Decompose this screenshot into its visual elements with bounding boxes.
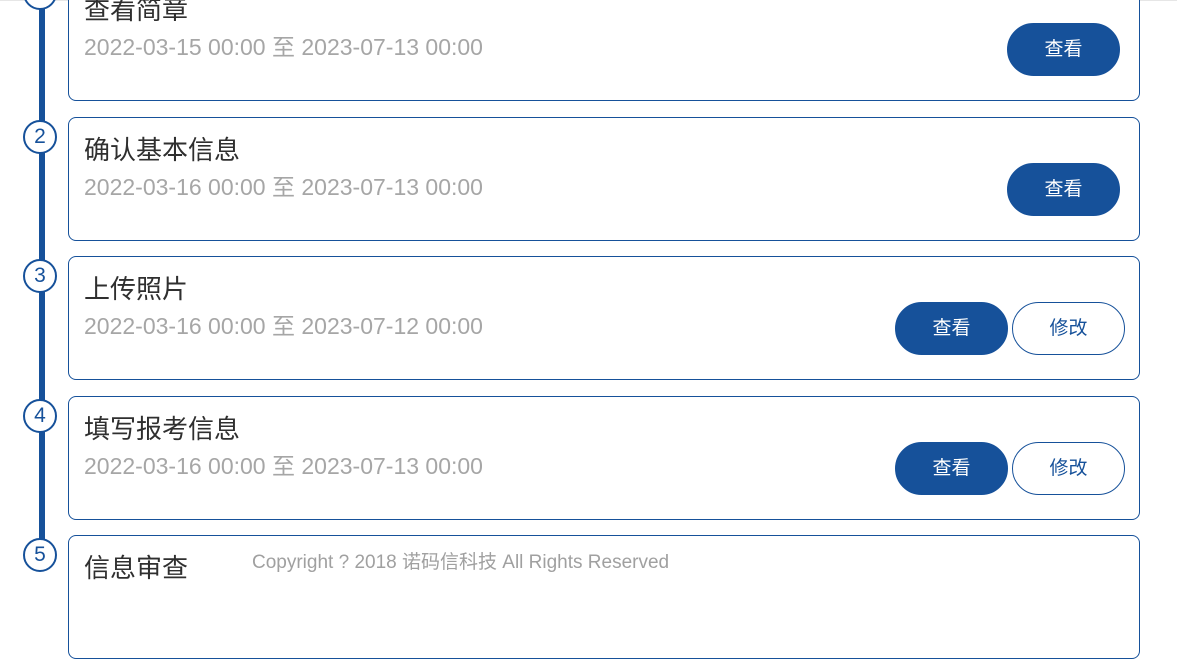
step-card: 上传照片 2022-03-16 00:00 至 2023-07-12 00:00…	[68, 256, 1140, 380]
step-title: 填写报考信息	[84, 415, 241, 445]
step-number: 2	[23, 120, 57, 154]
view-button[interactable]: 查看	[895, 302, 1008, 355]
step-title: 信息审查	[84, 554, 189, 584]
view-button[interactable]: 查看	[1007, 23, 1120, 76]
view-button[interactable]: 查看	[895, 442, 1008, 495]
step-card: 填写报考信息 2022-03-16 00:00 至 2023-07-13 00:…	[68, 396, 1140, 520]
step-number: 1	[23, 0, 57, 10]
edit-button[interactable]: 修改	[1012, 442, 1125, 495]
step-number: 4	[23, 399, 57, 433]
edit-button[interactable]: 修改	[1012, 302, 1125, 355]
step-time-range: 2022-03-16 00:00 至 2023-07-12 00:00	[84, 313, 483, 339]
step-number: 5	[23, 538, 57, 572]
step-card: 确认基本信息 2022-03-16 00:00 至 2023-07-13 00:…	[68, 117, 1140, 241]
step-title: 确认基本信息	[84, 136, 241, 166]
footer-copyright: Copyright ? 2018 诺码信科技 All Rights Reserv…	[252, 552, 670, 573]
step-time-range: 2022-03-16 00:00 至 2023-07-13 00:00	[84, 453, 483, 479]
step-title: 上传照片	[84, 275, 189, 305]
step-number: 3	[23, 259, 57, 293]
step-card: 查看简章 2022-03-15 00:00 至 2023-07-13 00:00…	[68, 0, 1140, 101]
step-title: 查看简章	[84, 0, 189, 26]
view-button[interactable]: 查看	[1007, 163, 1120, 216]
step-time-range: 2022-03-16 00:00 至 2023-07-13 00:00	[84, 174, 483, 200]
step-time-range: 2022-03-15 00:00 至 2023-07-13 00:00	[84, 34, 483, 60]
